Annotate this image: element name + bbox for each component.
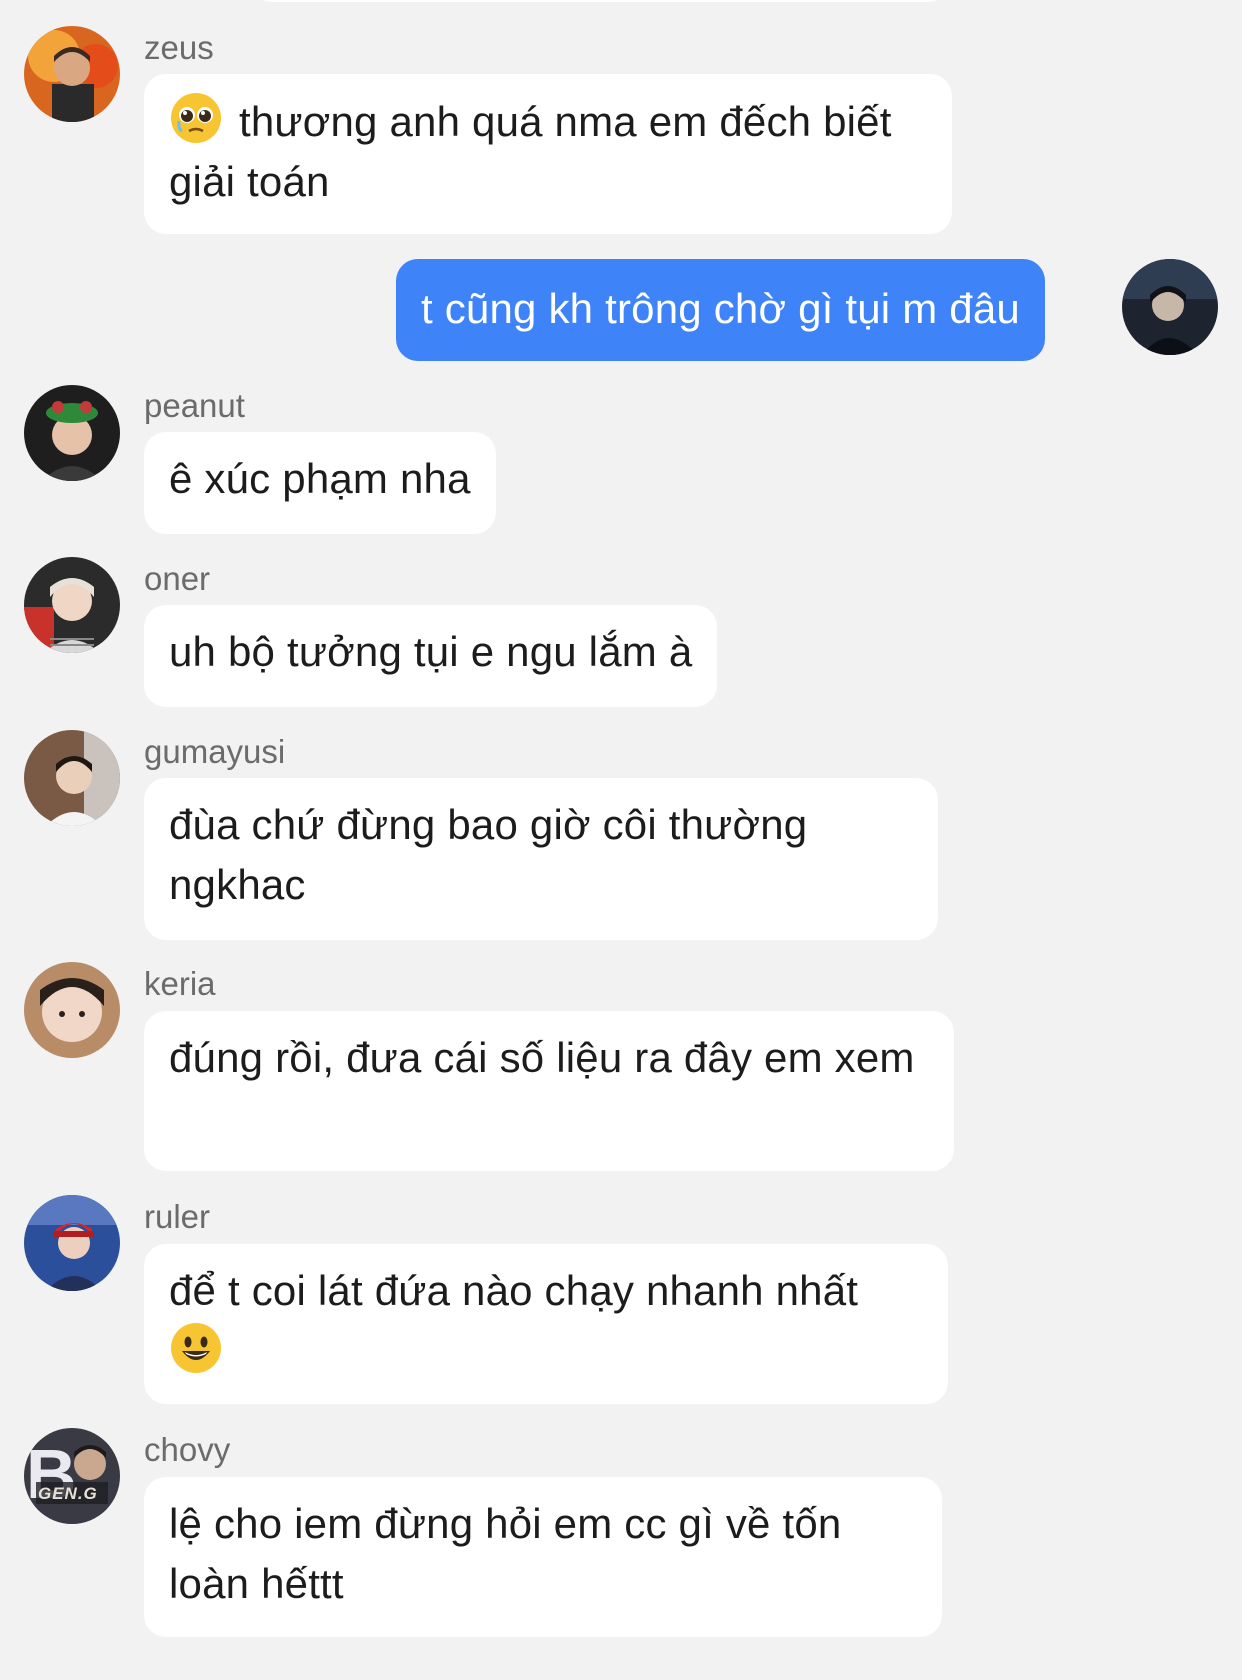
avatar-self[interactable]: [1122, 259, 1218, 355]
sender-name: chovy: [144, 1431, 231, 1468]
message-text: ê xúc phạm nha: [169, 455, 471, 502]
message-bubble[interactable]: đùa chứ đừng bao giờ côi thường ngkhac: [144, 778, 938, 940]
avatar-ruler[interactable]: [24, 1195, 120, 1291]
message-text: t cũng kh trông chờ gì tụi m đâu: [421, 285, 1020, 332]
avatar-chovy[interactable]: B GEN.G: [24, 1428, 120, 1524]
sender-name: oner: [144, 560, 211, 597]
message-text: thương anh quá nma em đếch biết giải toá…: [169, 98, 892, 205]
smiling-face-emoji-icon: [171, 1323, 221, 1373]
message-text: lệ cho iem đừng hỏi em cc gì về tốn loàn…: [169, 1500, 842, 1607]
outgoing-message-bubble[interactable]: t cũng kh trông chờ gì tụi m đâu: [396, 259, 1045, 361]
message-bubble[interactable]: đúng rồi, đưa cái số liệu ra đây em xem: [144, 1011, 954, 1171]
sender-name: keria: [144, 965, 216, 1002]
message-bubble[interactable]: ê xúc phạm nha: [144, 432, 496, 534]
sender-name: ruler: [144, 1198, 211, 1235]
avatar-keria[interactable]: [24, 962, 120, 1058]
message-bubble[interactable]: để t coi lát đứa nào chạy nhanh nhất: [144, 1244, 948, 1404]
sender-name: peanut: [144, 387, 245, 424]
avatar-badge-text: GEN.G: [38, 1484, 98, 1503]
message-text: đúng rồi, đưa cái số liệu ra đây em xem: [169, 1034, 915, 1081]
avatar-gumayusi[interactable]: [24, 730, 120, 826]
pleading-face-emoji-icon: [171, 93, 221, 143]
message-bubble[interactable]: uh bộ tưởng tụi e ngu lắm à: [144, 605, 718, 707]
previous-message-bubble: [250, 0, 950, 2]
message-text: để t coi lát đứa nào chạy nhanh nhất: [169, 1267, 859, 1314]
avatar-zeus[interactable]: [24, 26, 120, 122]
avatar-oner[interactable]: [24, 557, 120, 653]
message-text: đùa chứ đừng bao giờ côi thường ngkhac: [169, 801, 808, 908]
message-bubble[interactable]: thương anh quá nma em đếch biết giải toá…: [144, 74, 952, 234]
sender-name: zeus: [144, 29, 214, 66]
sender-name: gumayusi: [144, 733, 286, 770]
avatar-peanut[interactable]: [24, 385, 120, 481]
message-text: uh bộ tưởng tụi e ngu lắm à: [169, 628, 693, 675]
message-bubble[interactable]: lệ cho iem đừng hỏi em cc gì về tốn loàn…: [144, 1477, 942, 1637]
